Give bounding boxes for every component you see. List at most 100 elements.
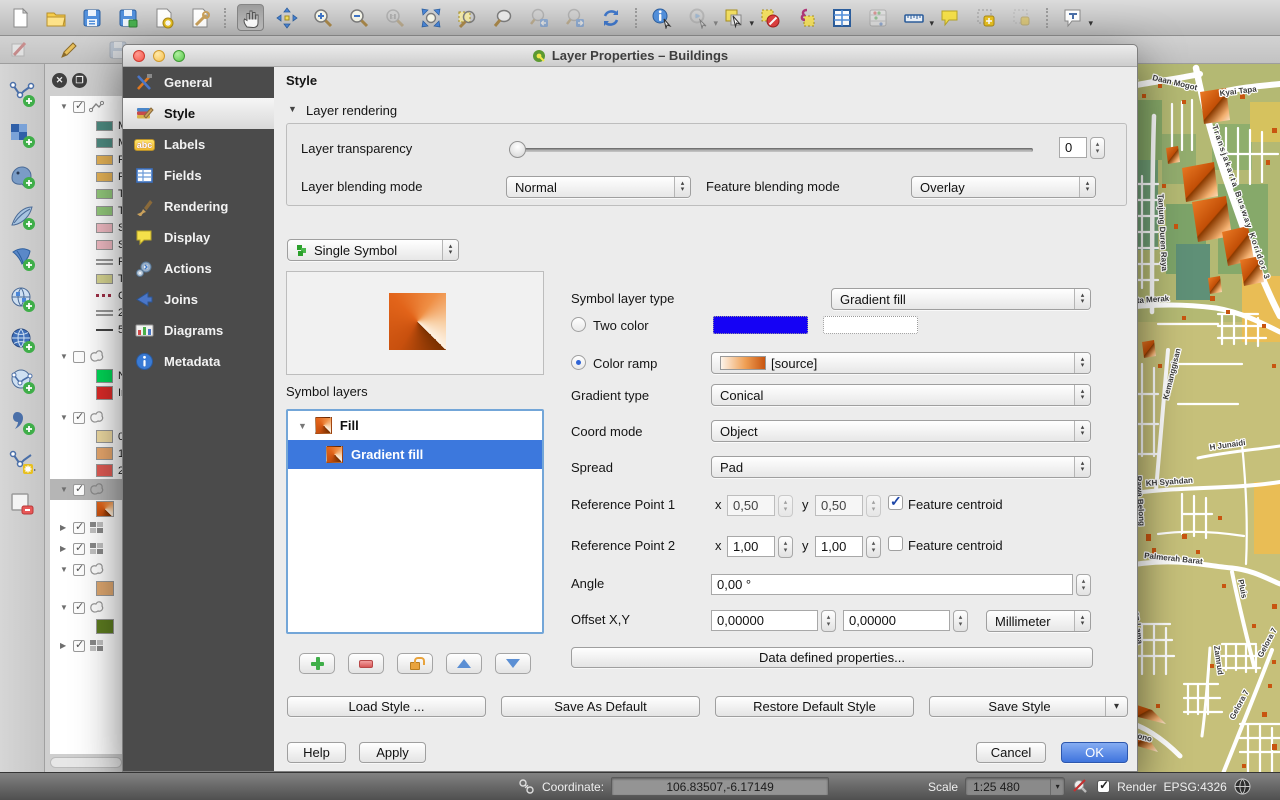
- ref1-y-field[interactable]: 0,50: [815, 495, 863, 516]
- color-one-swatch[interactable]: [713, 316, 808, 334]
- offset-unit-dropdown[interactable]: Millimeter: [986, 610, 1091, 632]
- new-shapefile-layer-icon[interactable]: [8, 449, 36, 477]
- dialog-titlebar[interactable]: Layer Properties – Buildings: [123, 45, 1137, 67]
- render-checkbox[interactable]: [1097, 780, 1110, 793]
- sidebar-item-display[interactable]: Display: [123, 222, 274, 253]
- expand-icon[interactable]: ▼: [60, 485, 69, 494]
- identify-features-icon[interactable]: [648, 4, 675, 31]
- add-mssql-layer-icon[interactable]: [8, 244, 36, 272]
- ok-button[interactable]: OK: [1061, 742, 1128, 763]
- feature-blending-dropdown[interactable]: Overlay: [911, 176, 1096, 198]
- zoom-native-icon[interactable]: [381, 4, 408, 31]
- show-bookmarks-icon[interactable]: [1008, 4, 1035, 31]
- open-attribute-table-icon[interactable]: [828, 4, 855, 31]
- add-wcs-layer-icon[interactable]: [8, 326, 36, 354]
- save-project-as-icon[interactable]: [114, 4, 141, 31]
- ref1-y-stepper[interactable]: [866, 495, 881, 517]
- offset-y-stepper[interactable]: [953, 610, 968, 632]
- coord-mode-dropdown[interactable]: Object: [711, 420, 1091, 442]
- ref2-feature-centroid-checkbox[interactable]: [888, 536, 903, 551]
- stop-render-icon[interactable]: [1072, 778, 1090, 796]
- add-wms-layer-icon[interactable]: [8, 285, 36, 313]
- layers-tree[interactable]: ▼ M M P P T T S S R T C 2 5 ▼ N In ▼ 0 1…: [50, 96, 122, 754]
- remove-layer-icon[interactable]: [8, 490, 36, 518]
- offset-y-field[interactable]: 0,00000: [843, 610, 950, 631]
- ref1-x-stepper[interactable]: [778, 495, 793, 517]
- deselect-features-icon[interactable]: [756, 4, 783, 31]
- sidebar-item-general[interactable]: General: [123, 67, 274, 98]
- sidebar-item-metadata[interactable]: Metadata: [123, 346, 274, 377]
- layer-blending-dropdown[interactable]: Normal: [506, 176, 691, 198]
- expand-icon[interactable]: ▼: [60, 603, 69, 612]
- measure-line-icon[interactable]: [900, 4, 927, 31]
- ref2-x-stepper[interactable]: [778, 536, 793, 558]
- zoom-next-icon[interactable]: [561, 4, 588, 31]
- select-by-expression-icon[interactable]: [792, 4, 819, 31]
- move-up-button[interactable]: [446, 653, 482, 674]
- layer-row[interactable]: ▼: [50, 346, 122, 367]
- text-annotation-icon[interactable]: [1059, 4, 1086, 31]
- refresh-icon[interactable]: [597, 4, 624, 31]
- help-button[interactable]: Help: [287, 742, 346, 763]
- expand-icon[interactable]: ▼: [60, 102, 69, 111]
- layer-checkbox[interactable]: [73, 412, 85, 424]
- pan-map-icon[interactable]: [237, 4, 264, 31]
- layer-checkbox[interactable]: [73, 484, 85, 496]
- expand-icon[interactable]: ▼: [60, 565, 69, 574]
- data-defined-properties-button[interactable]: Data defined properties...: [571, 647, 1093, 668]
- apply-button[interactable]: Apply: [359, 742, 426, 763]
- layer-row[interactable]: ▼: [50, 559, 122, 580]
- add-wfs-layer-icon[interactable]: [8, 367, 36, 395]
- remove-symbol-layer-button[interactable]: [348, 653, 384, 674]
- layer-row[interactable]: ▼: [50, 407, 122, 428]
- sidebar-item-actions[interactable]: Actions: [123, 253, 274, 284]
- expand-icon[interactable]: ▶: [60, 523, 69, 532]
- expand-icon[interactable]: ▼: [298, 421, 307, 431]
- renderer-dropdown[interactable]: Single Symbol: [287, 239, 459, 261]
- add-vector-layer-icon[interactable]: [8, 80, 36, 108]
- layer-checkbox[interactable]: [73, 640, 85, 652]
- open-project-icon[interactable]: [42, 4, 69, 31]
- ref1-feature-centroid-checkbox[interactable]: [888, 495, 903, 510]
- ref1-x-field[interactable]: 0,50: [727, 495, 775, 516]
- expand-icon[interactable]: ▼: [60, 352, 69, 361]
- layer-row[interactable]: ▶: [50, 635, 122, 656]
- color-ramp-dropdown[interactable]: [source]: [711, 352, 1091, 374]
- transparency-stepper[interactable]: [1090, 137, 1105, 159]
- toggle-editing-icon[interactable]: [55, 36, 82, 63]
- layer-rendering-section-label[interactable]: Layer rendering: [306, 103, 397, 118]
- add-raster-layer-icon[interactable]: [8, 121, 36, 149]
- pan-to-selection-icon[interactable]: [273, 4, 300, 31]
- map-tips-icon[interactable]: [936, 4, 963, 31]
- layer-checkbox[interactable]: [73, 564, 85, 576]
- new-bookmark-icon[interactable]: [972, 4, 999, 31]
- minimize-window-icon[interactable]: [153, 50, 165, 62]
- lock-color-button[interactable]: [397, 653, 433, 674]
- horizontal-scrollbar[interactable]: [50, 757, 122, 768]
- zoom-to-layer-icon[interactable]: [489, 4, 516, 31]
- zoom-full-icon[interactable]: [417, 4, 444, 31]
- add-delimited-text-layer-icon[interactable]: [8, 408, 36, 436]
- offset-x-field[interactable]: 0,00000: [711, 610, 818, 631]
- restore-default-style-button[interactable]: Restore Default Style: [715, 696, 914, 717]
- expand-icon[interactable]: ▼: [60, 413, 69, 422]
- color-ramp-radio[interactable]: [571, 355, 586, 370]
- transparency-value-field[interactable]: 0: [1059, 137, 1087, 158]
- collapse-triangle-icon[interactable]: ▼: [288, 104, 297, 114]
- crs-globe-icon[interactable]: [1234, 778, 1251, 795]
- layer-checkbox[interactable]: [73, 543, 85, 555]
- symbol-tree-root-row[interactable]: ▼ Fill: [288, 411, 542, 440]
- add-spatialite-layer-icon[interactable]: [8, 203, 36, 231]
- layer-checkbox[interactable]: [73, 522, 85, 534]
- sidebar-item-labels[interactable]: abcLabels: [123, 129, 274, 160]
- expand-icon[interactable]: ▶: [60, 544, 69, 553]
- zoom-last-icon[interactable]: [525, 4, 552, 31]
- save-project-icon[interactable]: [78, 4, 105, 31]
- close-window-icon[interactable]: [133, 50, 145, 62]
- offset-x-stepper[interactable]: [821, 610, 836, 632]
- zoom-window-icon[interactable]: [173, 50, 185, 62]
- sidebar-item-joins[interactable]: Joins: [123, 284, 274, 315]
- layer-row-selected[interactable]: ▼: [50, 479, 122, 500]
- new-composer-icon[interactable]: [150, 4, 177, 31]
- zoom-in-icon[interactable]: [309, 4, 336, 31]
